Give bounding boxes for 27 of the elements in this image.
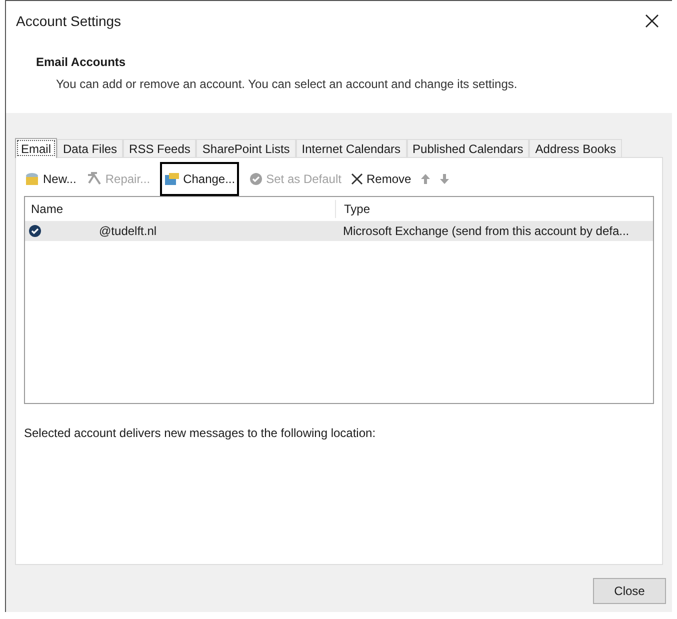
tab[interactable]: RSS Feeds [123,139,196,157]
section-title: Email Accounts [36,54,127,71]
mailbox-icon [24,172,40,186]
check-circle-icon [249,172,264,186]
table-cell-text: @tudelft.nl [99,223,157,240]
tab[interactable]: SharePoint Lists [196,139,296,157]
tab[interactable]: Email [15,138,58,158]
toolbar-button[interactable]: Remove [351,168,412,190]
account-row[interactable]: @tudelft.nl Microsoft Exchange (send from this account by defa... [25,221,653,241]
tools-icon [86,172,102,186]
location-label: Selected account delivers new messages to the following location: [24,425,377,442]
card-icon [164,172,180,186]
toolbar-button[interactable]: Change... [160,162,240,196]
tab[interactable]: Data Files [57,139,124,157]
close-button[interactable]: Close [593,578,666,604]
tab[interactable]: Internet Calendars [296,139,407,157]
column-header: Type [335,200,370,218]
column-header: Name [30,201,64,218]
table-cell-text: Microsoft Exchange (send from this account by defa... [342,223,630,240]
arrow-up-icon [421,174,430,184]
window-title: Account Settings [16,12,122,31]
toolbar-button[interactable]: New... [24,168,76,190]
tab[interactable]: Address Books [529,139,622,157]
section-description: You can add or remove an account. You can select an account and change its settings. [55,76,518,93]
arrow-down-icon [440,174,450,184]
tab[interactable]: Published Calendars [406,139,530,157]
close-icon [351,173,364,185]
